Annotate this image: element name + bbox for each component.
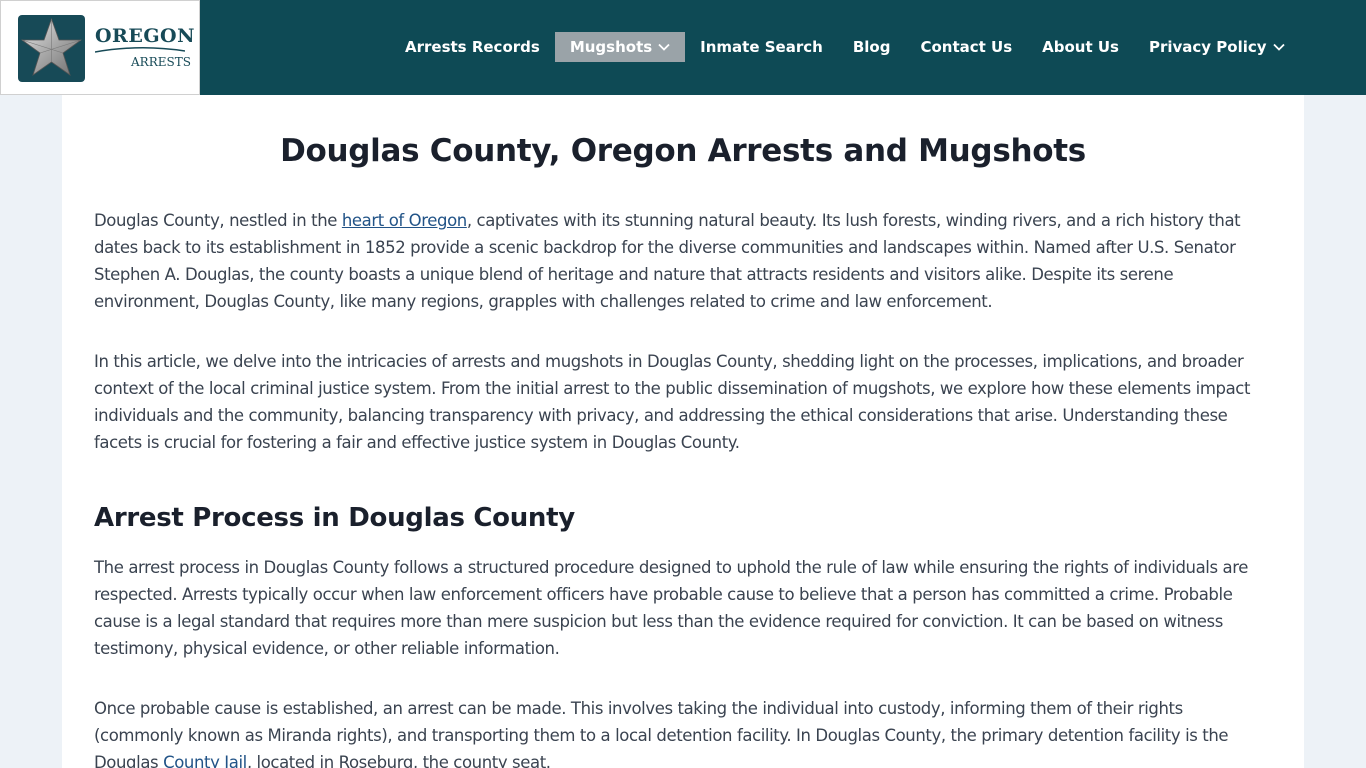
paragraph-text: , located in Roseburg, the county seat. — [246, 753, 551, 768]
nav-inmate-search[interactable]: Inmate Search — [685, 32, 838, 62]
site-header: OREGON ARRESTS Arrests Records Mugshots … — [0, 0, 1366, 95]
nav-label: Inmate Search — [700, 38, 823, 56]
paragraph-text: Douglas County, nestled in the — [94, 211, 342, 230]
logo-swoosh-icon — [95, 47, 185, 53]
nav-blog[interactable]: Blog — [838, 32, 906, 62]
nav-contact-us[interactable]: Contact Us — [905, 32, 1027, 62]
county-jail-link[interactable]: County Jail — [163, 753, 247, 768]
main-nav: Arrests Records Mugshots Inmate Search B… — [390, 32, 1300, 62]
article-container: Douglas County, Oregon Arrests and Mugsh… — [62, 95, 1304, 768]
nav-label: Contact Us — [920, 38, 1013, 56]
section-heading: Arrest Process in Douglas County — [94, 503, 575, 533]
nav-arrests-records[interactable]: Arrests Records — [390, 32, 555, 62]
chevron-down-icon — [658, 43, 670, 51]
nav-label: Privacy Policy — [1148, 38, 1267, 56]
logo-badge — [18, 15, 85, 82]
arrest-process-paragraph: The arrest process in Douglas County fol… — [94, 558, 1248, 658]
page-title: Douglas County, Oregon Arrests and Mugsh… — [280, 133, 1086, 169]
nav-label: Blog — [852, 38, 891, 56]
heart-of-oregon-link[interactable]: heart of Oregon — [342, 211, 467, 230]
nav-privacy-policy[interactable]: Privacy Policy — [1134, 32, 1300, 62]
intro-paragraph: Douglas County, nestled in the heart of … — [94, 207, 1272, 315]
chevron-down-icon — [1272, 43, 1285, 51]
nav-label: Mugshots — [569, 38, 653, 56]
site-logo[interactable]: OREGON ARRESTS — [0, 0, 200, 95]
logo-subtitle: ARRESTS — [131, 55, 191, 69]
star-icon — [20, 17, 83, 77]
overview-paragraph: In this article, we delve into the intri… — [94, 352, 1251, 452]
nav-mugshots[interactable]: Mugshots — [554, 32, 686, 62]
nav-label: Arrests Records — [405, 38, 540, 56]
logo-title: OREGON — [95, 25, 195, 47]
nav-about-us[interactable]: About Us — [1027, 32, 1134, 62]
nav-label: About Us — [1042, 38, 1119, 56]
custody-paragraph: Once probable cause is established, an a… — [94, 695, 1272, 768]
